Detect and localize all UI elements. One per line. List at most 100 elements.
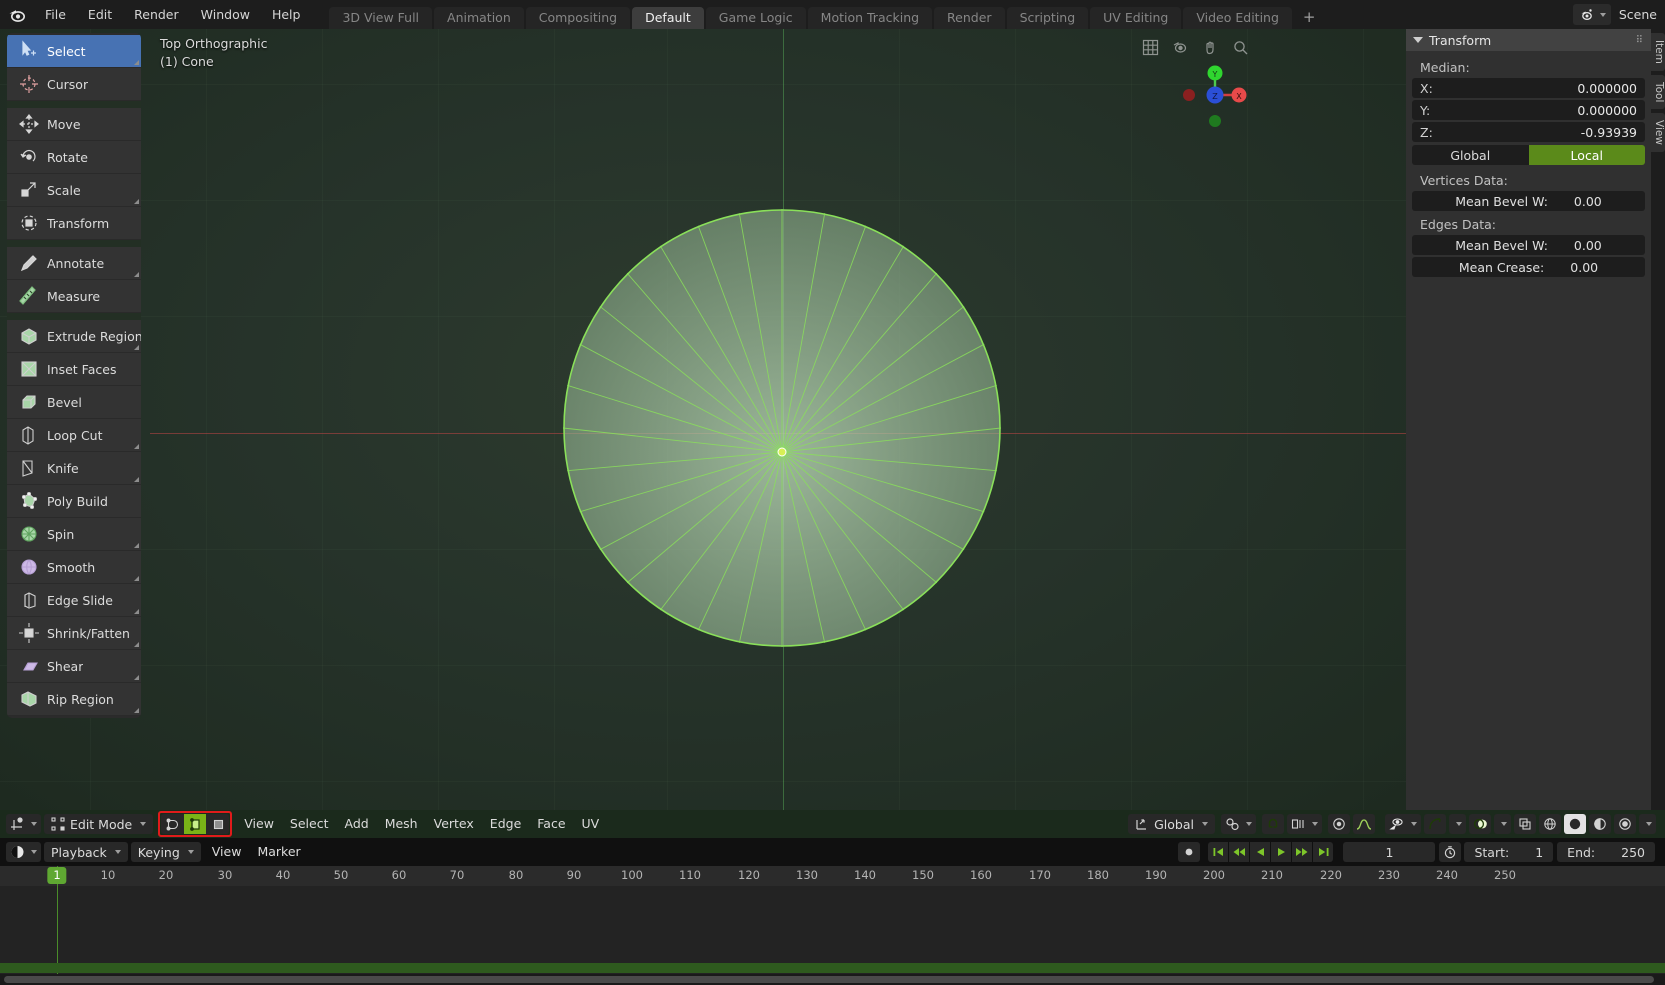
tool-loop-cut[interactable]: Loop Cut — [7, 419, 141, 452]
tool-expand-corner[interactable] — [134, 642, 139, 647]
mode-selector[interactable]: Edit Mode — [44, 814, 154, 834]
transform-panel-header[interactable]: Transform ⠿ — [1406, 29, 1651, 51]
jump-prev-keyframe-button[interactable] — [1229, 842, 1250, 862]
visibility-selector[interactable] — [1385, 814, 1421, 834]
play-button[interactable] — [1271, 842, 1292, 862]
navigation-gizmo[interactable]: Y X Z — [1179, 59, 1251, 131]
tool-expand-corner[interactable] — [134, 60, 139, 65]
falloff-curve-selector[interactable] — [1353, 814, 1375, 834]
workspace-tab-default[interactable]: Default — [632, 7, 704, 29]
tool-scale[interactable]: Scale — [7, 174, 141, 207]
timeline-menu-keying[interactable]: Keying — [130, 842, 201, 862]
zoom-magnifier-icon[interactable] — [1230, 37, 1251, 58]
menu-window[interactable]: Window — [190, 0, 261, 29]
space-local-button[interactable]: Local — [1528, 145, 1645, 165]
editor-type-selector[interactable] — [6, 814, 41, 834]
workspace-tab-game-logic[interactable]: Game Logic — [705, 7, 806, 29]
tool-expand-corner[interactable] — [134, 675, 139, 680]
tool-cursor[interactable]: Cursor — [7, 68, 141, 101]
tool-transform[interactable]: Transform — [7, 207, 141, 240]
face-select-mode-button[interactable] — [207, 814, 230, 834]
jump-to-start-button[interactable] — [1208, 842, 1229, 862]
median-z-field[interactable]: Z: -0.93939 — [1412, 122, 1645, 142]
timeline-scrollbar-thumb[interactable] — [4, 976, 1654, 983]
workspace-tab-uv-editing[interactable]: UV Editing — [1090, 7, 1182, 29]
tool-poly-build[interactable]: Poly Build — [7, 485, 141, 518]
auto-keying-toggle[interactable] — [1178, 842, 1201, 862]
menu-render[interactable]: Render — [123, 0, 190, 29]
use-preview-range-toggle[interactable] — [1439, 842, 1462, 862]
current-frame-field[interactable]: 1 — [1343, 842, 1436, 862]
scene-selector[interactable] — [1572, 4, 1611, 25]
end-frame-field[interactable]: End: 250 — [1557, 842, 1655, 862]
edge-select-mode-button[interactable] — [184, 814, 207, 834]
viewport-menu-view[interactable]: View — [236, 814, 282, 834]
3d-viewport[interactable]: Top Orthographic (1) Cone Y X Z — [0, 29, 1406, 810]
vertex-mean-bevel-field[interactable]: Mean Bevel W: 0.00 — [1412, 191, 1645, 211]
tool-bevel[interactable]: Bevel — [7, 386, 141, 419]
xray-toggle[interactable] — [1514, 814, 1536, 834]
space-global-button[interactable]: Global — [1412, 145, 1529, 165]
jump-next-keyframe-button[interactable] — [1292, 842, 1313, 862]
workspace-tab-compositing[interactable]: Compositing — [525, 7, 631, 29]
tool-smooth[interactable]: Smooth — [7, 551, 141, 584]
workspace-tab-video-editing[interactable]: Video Editing — [1183, 7, 1292, 29]
workspace-tab-motion-tracking[interactable]: Motion Tracking — [807, 7, 933, 29]
tool-expand-corner[interactable] — [134, 345, 139, 350]
camera-view-icon[interactable] — [1170, 37, 1191, 58]
timeline-scrollbar[interactable] — [0, 974, 1665, 985]
menu-edit[interactable]: Edit — [77, 0, 123, 29]
workspace-tab-scripting[interactable]: Scripting — [1006, 7, 1089, 29]
workspace-tab-3d-view-full[interactable]: 3D View Full — [329, 7, 433, 29]
proportional-edit-toggle[interactable] — [1328, 814, 1350, 834]
snap-magnet-toggle[interactable] — [1262, 814, 1284, 834]
tool-knife[interactable]: Knife — [7, 452, 141, 485]
timeline-menu-playback[interactable]: Playback — [44, 842, 128, 862]
solid-shading-button[interactable] — [1564, 814, 1586, 834]
tool-spin[interactable]: Spin — [7, 518, 141, 551]
sidebar-tab-view[interactable]: View — [1651, 113, 1665, 153]
menu-help[interactable]: Help — [261, 0, 312, 29]
median-x-field[interactable]: X: 0.000000 — [1412, 78, 1645, 98]
tool-expand-corner[interactable] — [134, 272, 139, 277]
viewport-menu-add[interactable]: Add — [336, 814, 376, 834]
viewport-menu-vertex[interactable]: Vertex — [426, 814, 482, 834]
gizmo-toggle[interactable] — [1424, 814, 1446, 834]
viewport-menu-face[interactable]: Face — [529, 814, 573, 834]
workspace-tab-render[interactable]: Render — [934, 7, 1005, 29]
jump-to-end-button[interactable] — [1313, 842, 1334, 862]
tool-measure[interactable]: Measure — [7, 280, 141, 313]
play-reverse-button[interactable] — [1250, 842, 1271, 862]
viewport-menu-mesh[interactable]: Mesh — [377, 814, 426, 834]
snap-target-selector[interactable] — [1221, 814, 1256, 834]
timeline-menu-view[interactable]: View — [204, 842, 250, 862]
snap-mode-selector[interactable] — [1287, 814, 1322, 834]
tool-move[interactable]: Move — [7, 108, 141, 141]
pan-hand-icon[interactable] — [1200, 37, 1221, 58]
sidebar-tab-item[interactable]: Item — [1651, 33, 1665, 71]
tool-expand-corner[interactable] — [134, 576, 139, 581]
edge-mean-crease-field[interactable]: Mean Crease: 0.00 — [1412, 257, 1645, 277]
tool-expand-corner[interactable] — [134, 199, 139, 204]
tool-annotate[interactable]: Annotate — [7, 247, 141, 280]
wireframe-shading-button[interactable] — [1539, 814, 1561, 834]
rendered-shading-button[interactable] — [1614, 814, 1636, 834]
blender-logo-icon[interactable] — [0, 0, 34, 29]
menu-file[interactable]: File — [34, 0, 77, 29]
tool-rotate[interactable]: Rotate — [7, 141, 141, 174]
timeline-body[interactable]: 1102030405060708090100110120130140150160… — [0, 866, 1665, 985]
tool-extrude-region[interactable]: Extrude Region — [7, 320, 141, 353]
timeline-menu-marker[interactable]: Marker — [249, 842, 308, 862]
viewport-menu-select[interactable]: Select — [282, 814, 337, 834]
tool-edge-slide[interactable]: Edge Slide — [7, 584, 141, 617]
tool-expand-corner[interactable] — [134, 444, 139, 449]
vertex-select-mode-button[interactable] — [161, 814, 184, 834]
grid-overlay-icon[interactable] — [1140, 37, 1161, 58]
median-y-field[interactable]: Y: 0.000000 — [1412, 100, 1645, 120]
start-frame-field[interactable]: Start: 1 — [1464, 842, 1554, 862]
tool-expand-corner[interactable] — [134, 543, 139, 548]
viewport-menu-edge[interactable]: Edge — [482, 814, 529, 834]
transform-orientation-selector[interactable]: Global — [1128, 814, 1215, 834]
overlays-toggle[interactable] — [1469, 814, 1491, 834]
add-workspace-button[interactable]: + — [1294, 7, 1325, 29]
